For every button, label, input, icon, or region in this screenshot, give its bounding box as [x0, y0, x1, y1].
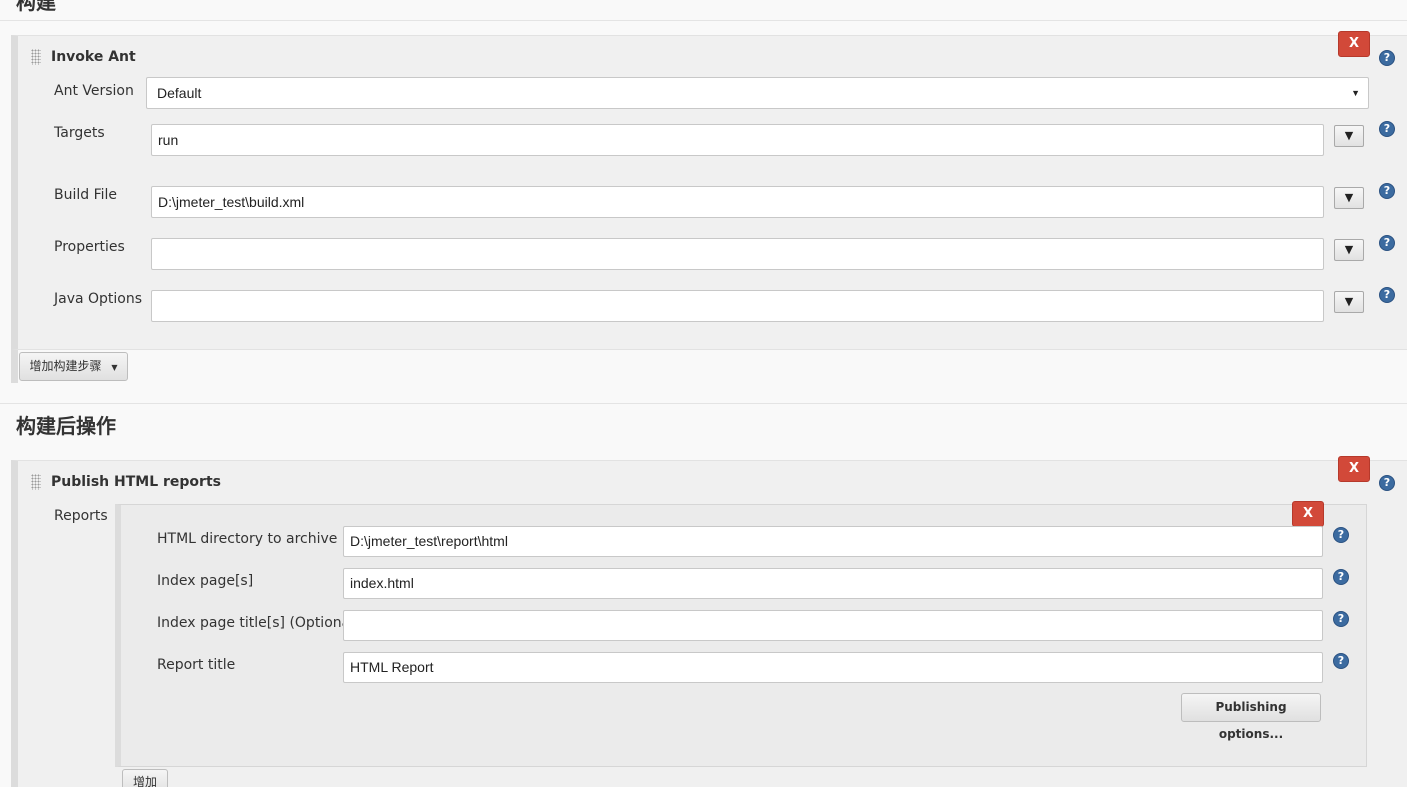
drag-handle-icon[interactable]: [31, 49, 41, 65]
dropdown-caret-icon: ▼: [1351, 88, 1360, 98]
help-icon[interactable]: ?: [1379, 50, 1395, 66]
drag-handle-icon[interactable]: [31, 474, 41, 490]
properties-input[interactable]: [151, 238, 1324, 270]
java-options-label: Java Options: [54, 291, 143, 307]
help-icon[interactable]: ?: [1379, 235, 1395, 251]
add-build-step-button[interactable]: 增加构建步骤 ▼: [19, 352, 128, 381]
delete-report-button[interactable]: X: [1292, 501, 1324, 527]
build-file-expand-button[interactable]: ▼: [1334, 187, 1364, 209]
delete-invoke-ant-button[interactable]: X: [1338, 31, 1370, 57]
dropdown-caret-icon: ▼: [111, 363, 118, 372]
add-report-button[interactable]: 增加: [122, 769, 168, 787]
section-title-build: 构建: [16, 0, 56, 14]
step-title: Invoke Ant: [51, 49, 136, 65]
index-pages-input[interactable]: index.html: [343, 568, 1323, 599]
targets-label: Targets: [54, 125, 105, 141]
build-file-input[interactable]: D:\jmeter_test\build.xml: [151, 186, 1324, 218]
properties-label: Properties: [54, 239, 125, 255]
index-pages-label: Index page[s]: [157, 573, 254, 589]
targets-expand-button[interactable]: ▼: [1334, 125, 1364, 147]
help-icon[interactable]: ?: [1333, 527, 1349, 543]
delete-publish-html-button[interactable]: X: [1338, 456, 1370, 482]
java-options-input[interactable]: [151, 290, 1324, 322]
step-title: Publish HTML reports: [51, 474, 221, 490]
help-icon[interactable]: ?: [1379, 183, 1395, 199]
html-dir-label: HTML directory to archive: [157, 531, 338, 547]
html-dir-input[interactable]: D:\jmeter_test\report\html: [343, 526, 1323, 557]
ant-version-select[interactable]: Default ▼: [146, 77, 1369, 109]
help-icon[interactable]: ?: [1379, 121, 1395, 137]
targets-input[interactable]: run: [151, 124, 1324, 156]
ant-version-label: Ant Version: [54, 83, 134, 99]
help-icon[interactable]: ?: [1333, 611, 1349, 627]
reports-label: Reports: [54, 508, 108, 524]
build-file-label: Build File: [54, 187, 118, 203]
help-icon[interactable]: ?: [1379, 475, 1395, 491]
report-title-label: Report title: [157, 657, 236, 673]
help-icon[interactable]: ?: [1379, 287, 1395, 303]
java-options-expand-button[interactable]: ▼: [1334, 291, 1364, 313]
help-icon[interactable]: ?: [1333, 569, 1349, 585]
section-title-post-build: 构建后操作: [16, 414, 116, 438]
publishing-options-button[interactable]: Publishing options...: [1181, 693, 1321, 741]
divider: [0, 403, 1407, 404]
properties-expand-button[interactable]: ▼: [1334, 239, 1364, 261]
divider: [0, 20, 1407, 21]
help-icon[interactable]: ?: [1333, 653, 1349, 669]
add-step-strip: [11, 349, 1407, 383]
ant-version-value: Default: [157, 85, 202, 101]
index-titles-label: Index page title[s] (Optional): [157, 615, 360, 631]
index-titles-input[interactable]: [343, 610, 1323, 641]
report-title-input[interactable]: HTML Report: [343, 652, 1323, 683]
add-build-step-label: 增加构建步骤: [29, 359, 102, 373]
